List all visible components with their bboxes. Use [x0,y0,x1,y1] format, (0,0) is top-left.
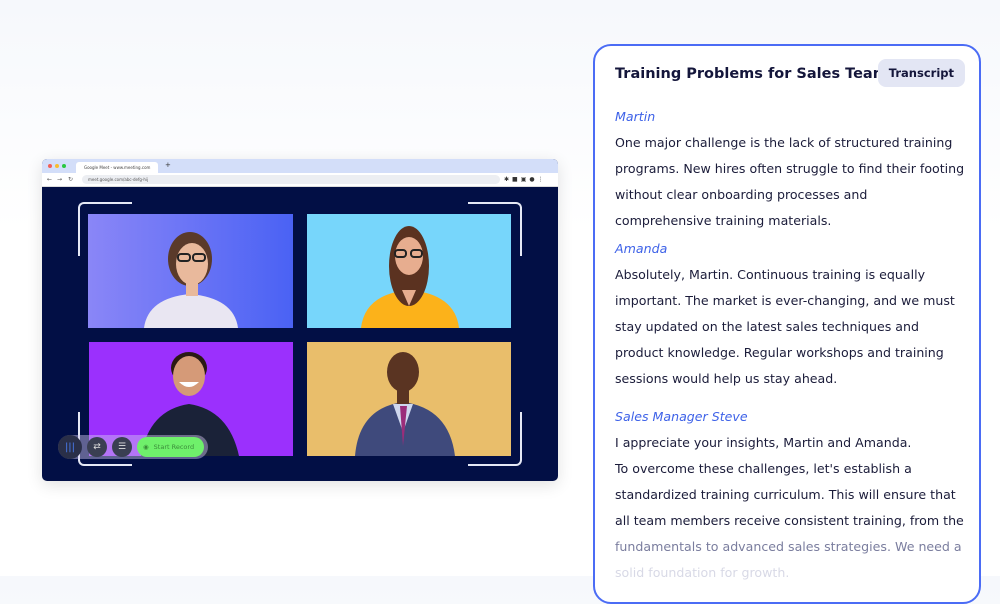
close-dot[interactable] [48,164,52,168]
transcript-body[interactable]: Martin One major challenge is the lack o… [615,104,967,586]
start-record-button[interactable]: ◉ Start Record [137,437,205,457]
browser-tab[interactable]: Google Meet - www.meeting.com [76,162,158,173]
speaker-name: Martin [615,109,656,124]
transcript-text: fundamentals to advanced sales strategie… [615,539,962,554]
participant-avatar [144,232,238,328]
list-icon[interactable]: ☰ [112,437,132,457]
minimize-dot[interactable] [55,164,59,168]
transcript-card: Training Problems for Sales Team Transcr… [593,44,981,604]
participant-tile[interactable] [307,342,511,456]
speaker-name: Sales Manager Steve [615,409,748,424]
record-icon: ◉ [143,443,149,451]
participant-avatar [355,352,455,456]
address-bar-row: ← → ↻ meet.google.com/abc-defg-hij ✱■▣●⋮ [42,173,558,187]
url-input[interactable]: meet.google.com/abc-defg-hij [82,175,500,184]
browser-window: Google Meet - www.meeting.com + ← → ↻ me… [42,159,558,481]
toolbar-icons[interactable]: ✱■▣●⋮ [504,176,547,183]
video-stage: ||| ⇄ ☰ ◉ Start Record [42,188,558,481]
maximize-dot[interactable] [62,164,66,168]
transcript-text: To overcome these challenges, let's esta… [615,461,964,528]
participant-avatar [361,226,459,328]
participant-tile[interactable] [307,214,511,328]
transcript-title: Training Problems for Sales Team [615,66,888,82]
call-controls: ||| ⇄ ☰ ◉ Start Record [58,435,209,459]
translate-icon[interactable]: ⇄ [87,437,107,457]
transcript-text: One major challenge is the lack of struc… [615,135,965,228]
audio-wave-icon[interactable]: ||| [58,435,82,459]
forward-icon[interactable]: → [57,176,62,183]
reload-icon[interactable]: ↻ [68,176,73,183]
tab-bar: Google Meet - www.meeting.com + [42,159,558,173]
new-tab-icon[interactable]: + [165,161,171,169]
transcript-badge[interactable]: Transcript [877,59,965,87]
transcript-text: Absolutely, Martin. Continuous training … [615,267,955,386]
back-icon[interactable]: ← [47,176,52,183]
transcript-text: solid foundation for growth. [615,565,790,580]
participant-tile[interactable] [88,214,293,328]
speaker-name: Amanda [615,241,668,256]
transcript-text: I appreciate your insights, Martin and A… [615,435,912,450]
